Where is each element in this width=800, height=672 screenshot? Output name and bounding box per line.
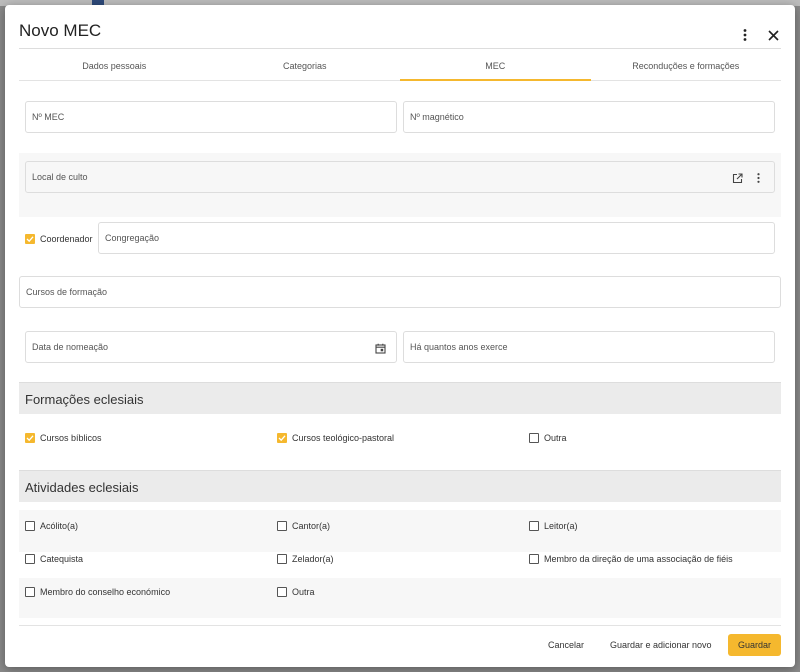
cursos-formacao-placeholder: Cursos de formação [26,287,108,297]
n-magnetico-placeholder: Nº magnético [410,112,464,122]
more-vertical-icon[interactable] [735,25,755,45]
tab-bar: Dados pessoais Categorias MEC Reconduçõe… [19,50,781,81]
data-nomeacao-input[interactable]: Data de nomeação [25,331,397,363]
formacoes-title: Formações eclesiais [25,392,144,407]
cantor-checkbox[interactable]: Cantor(a) [277,521,330,531]
cursos-biblicos-label: Cursos bíblicos [40,433,102,443]
congregacao-input[interactable]: Congregação [98,222,775,254]
checkbox-icon [25,587,35,597]
n-mec-input[interactable]: Nº MEC [25,101,397,133]
dialog-title: Novo MEC [19,21,102,40]
atividades-row-1 [19,510,781,552]
coordenador-checkbox[interactable]: Coordenador [25,234,93,244]
checkbox-checked-icon [25,433,35,443]
atividades-title: Atividades eclesiais [25,480,139,495]
open-external-icon[interactable] [730,171,744,185]
cancel-button[interactable]: Cancelar [548,634,584,656]
n-magnetico-input[interactable]: Nº magnético [403,101,775,133]
close-icon[interactable] [763,25,783,45]
membro-direcao-checkbox[interactable]: Membro da direção de uma associação de f… [529,554,733,564]
cursos-teologico-pastoral-checkbox[interactable]: Cursos teológico-pastoral [277,433,394,443]
zelador-label: Zelador(a) [292,554,334,564]
checkbox-icon [25,554,35,564]
more-vertical-icon[interactable] [751,171,765,185]
tab-mec[interactable]: MEC [400,50,591,81]
zelador-checkbox[interactable]: Zelador(a) [277,554,334,564]
formacoes-header: Formações eclesiais [19,382,781,414]
footer-divider [19,625,781,626]
n-mec-placeholder: Nº MEC [32,112,65,122]
leitor-label: Leitor(a) [544,521,578,531]
coordenador-label: Coordenador [40,234,93,244]
checkbox-icon [529,433,539,443]
acolito-label: Acólito(a) [40,521,79,531]
checkbox-icon [529,521,539,531]
checkbox-checked-icon [25,234,35,244]
catequista-checkbox[interactable]: Catequista [25,554,83,564]
membro-direcao-label: Membro da direção de uma associação de f… [544,554,733,564]
formacoes-group [19,421,781,457]
checkbox-icon [25,521,35,531]
tab-dados-pessoais[interactable]: Dados pessoais [19,50,210,80]
cursos-teologico-pastoral-label: Cursos teológico-pastoral [292,433,395,443]
checkbox-icon [277,554,287,564]
local-culto-placeholder: Local de culto [32,172,88,182]
acolito-checkbox[interactable]: Acólito(a) [25,521,78,531]
cursos-formacao-input[interactable]: Cursos de formação [19,276,781,308]
save-button[interactable]: Guardar [728,634,781,656]
congregacao-placeholder: Congregação [105,233,160,243]
save-and-new-button[interactable]: Guardar e adicionar novo [610,634,712,656]
anos-exerce-placeholder: Há quantos anos exerce [410,342,508,352]
local-culto-input[interactable]: Local de culto [25,161,775,193]
atividade-outra-checkbox[interactable]: Outra [277,587,315,597]
catequista-label: Catequista [40,554,84,564]
cantor-label: Cantor(a) [292,521,331,531]
anos-exerce-input[interactable]: Há quantos anos exerce [403,331,775,363]
atividades-header: Atividades eclesiais [19,470,781,502]
atividade-outra-label: Outra [292,587,315,597]
checkbox-icon [277,587,287,597]
formacao-outra-checkbox[interactable]: Outra [529,433,567,443]
dialog-header: Novo MEC [19,5,781,49]
data-nomeacao-placeholder: Data de nomeação [32,342,109,352]
tab-categorias[interactable]: Categorias [210,50,401,80]
checkbox-icon [277,521,287,531]
cursos-biblicos-checkbox[interactable]: Cursos bíblicos [25,433,102,443]
membro-conselho-label: Membro do conselho económico [40,587,171,597]
leitor-checkbox[interactable]: Leitor(a) [529,521,578,531]
membro-conselho-checkbox[interactable]: Membro do conselho económico [25,587,170,597]
tab-reconducoes-formacoes[interactable]: Reconduções e formações [591,50,782,80]
formacao-outra-label: Outra [544,433,567,443]
new-mec-dialog: Novo MEC Dados pessoais Categorias MEC R… [5,5,795,667]
checkbox-icon [529,554,539,564]
atividades-row-3 [19,578,781,618]
calendar-icon[interactable] [373,341,387,355]
checkbox-checked-icon [277,433,287,443]
